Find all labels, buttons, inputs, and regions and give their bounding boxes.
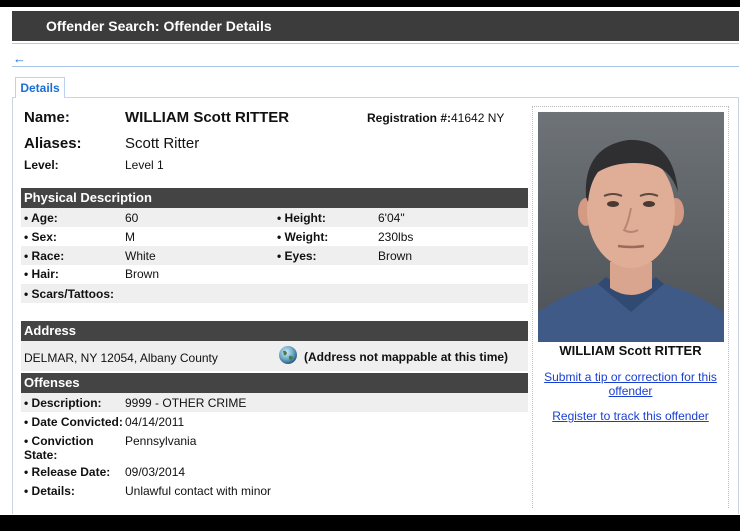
register-track-link[interactable]: Register to track this offender [532, 409, 729, 423]
submit-tip-link-line2[interactable]: offender [609, 384, 653, 398]
back-arrow-icon[interactable]: ← [13, 51, 26, 66]
weight-label: • Weight: [277, 230, 329, 244]
weight-value: 230lbs [378, 230, 414, 244]
map-note: (Address not mappable at this time) [304, 350, 509, 364]
submit-tip-link[interactable]: Submit a tip or correction for this offe… [532, 370, 729, 398]
tab-details-label: Details [20, 81, 60, 95]
age-label: • Age: [24, 211, 58, 225]
globe-icon [278, 345, 298, 365]
registration-label: Registration #: [367, 111, 452, 125]
description-label: • Description: [24, 396, 102, 410]
eyes-value: Brown [378, 249, 413, 263]
registration-number: 41642 NY [451, 111, 505, 125]
tab-details[interactable]: Details [15, 77, 65, 98]
name-label: Name: [24, 109, 70, 126]
physical-description-heading: Physical Description [21, 188, 528, 208]
sex-value: M [125, 230, 135, 244]
date-convicted-label: • Date Convicted: [24, 415, 123, 429]
offender-name: WILLIAM Scott RITTER [125, 109, 290, 126]
date-convicted-value: 04/14/2011 [125, 415, 185, 429]
conviction-state-label: • Conviction State: [24, 434, 94, 462]
address-value: DELMAR, NY 12054, Albany County [24, 351, 218, 365]
offenses-heading: Offenses [21, 373, 528, 393]
row-band [21, 208, 528, 227]
release-date-label: • Release Date: [24, 465, 111, 479]
race-value: White [125, 249, 156, 263]
details-label: • Details: [24, 484, 75, 498]
eyes-label: • Eyes: [277, 249, 317, 263]
scars-label: • Scars/Tattoos: [24, 287, 114, 301]
release-date-value: 09/03/2014 [125, 465, 186, 479]
tab-divider [12, 66, 739, 67]
aliases-value: Scott Ritter [125, 135, 200, 152]
hair-label: • Hair: [24, 267, 59, 281]
header-divider [12, 43, 739, 44]
details-value: Unlawful contact with minor [125, 484, 272, 498]
bottom-border [0, 515, 740, 531]
conviction-state-label-line1: • Conviction [24, 434, 94, 448]
height-value: 6'04" [378, 211, 405, 225]
height-label: • Height: [277, 211, 326, 225]
conviction-state-value: Pennsylvania [125, 434, 197, 448]
row-band [21, 246, 528, 265]
aliases-label: Aliases: [24, 135, 82, 152]
level-label: Level: [24, 158, 59, 172]
conviction-state-label-line2: State: [24, 448, 58, 462]
offender-photo [538, 112, 724, 342]
race-label: • Race: [24, 249, 65, 263]
hair-value: Brown [125, 267, 160, 281]
page-header: Offender Search: Offender Details [12, 11, 739, 41]
age-value: 60 [125, 211, 139, 225]
description-value: 9999 - OTHER CRIME [125, 396, 247, 410]
sex-label: • Sex: [24, 230, 57, 244]
address-heading: Address [21, 321, 528, 341]
page-title: Offender Search: Offender Details [46, 18, 272, 34]
level-value: Level 1 [125, 158, 164, 172]
submit-tip-link-line1[interactable]: Submit a tip or correction for this [544, 370, 717, 384]
photo-caption: WILLIAM Scott RITTER [559, 343, 702, 358]
